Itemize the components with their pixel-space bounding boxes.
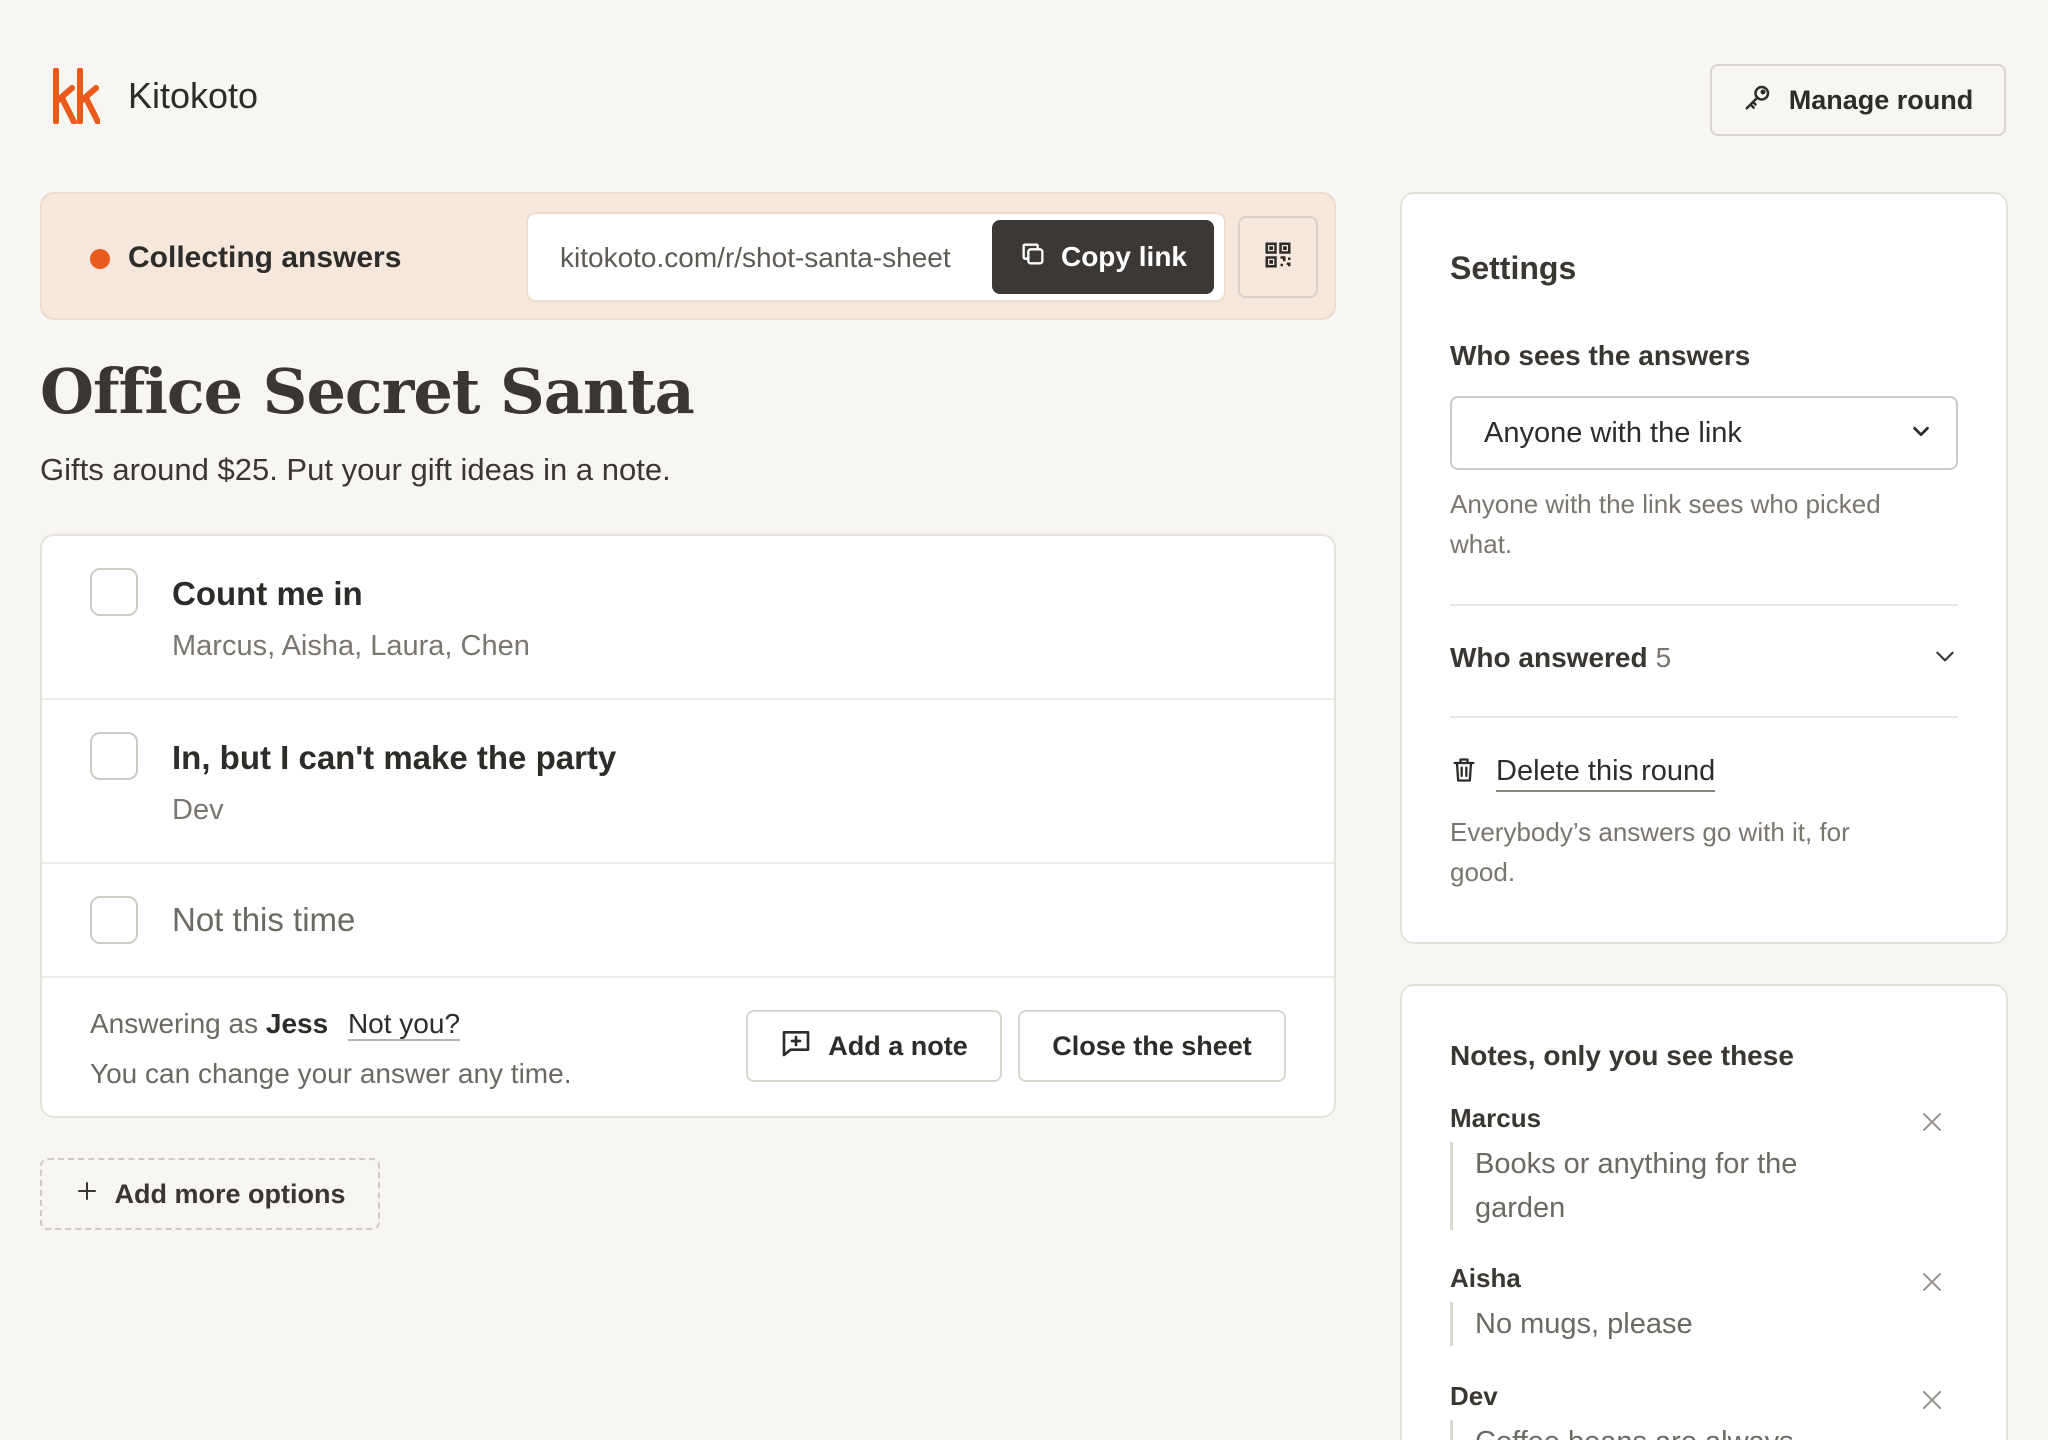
manage-round-label: Manage round (1788, 84, 1974, 115)
option-checkbox[interactable] (90, 568, 138, 616)
answered-count: 5 (1655, 642, 1672, 673)
remove-note-close-icon[interactable] (1920, 1110, 1944, 1134)
settings-card: Settings Who sees the answers Anyone wit… (1400, 192, 2008, 944)
note-author: Marcus (1450, 1103, 1542, 1133)
notes-card: Notes, only you see these Marcus Books o… (1400, 984, 2008, 1440)
qr-code-button[interactable] (1238, 216, 1318, 298)
note-text: No mugs, please (1450, 1302, 1830, 1346)
status-bar: Collecting answers kitokoto.com/r/shot-s… (40, 192, 1336, 320)
option-row-not-this-time[interactable]: Not this time (42, 864, 1334, 978)
status-dot-icon (90, 249, 110, 269)
add-more-options-label: Add more options (114, 1178, 346, 1209)
kitokoto-logo-icon (52, 67, 101, 125)
delete-round-label: Delete this round (1496, 752, 1716, 792)
share-link-box: kitokoto.com/r/shot-santa-sheet Copy lin… (526, 212, 1226, 302)
option-label: In, but I can't make the party (172, 739, 617, 776)
option-label: Count me in (172, 575, 363, 612)
divider (1450, 604, 1958, 606)
add-note-label: Add a note (828, 1030, 968, 1061)
page-title: Office Secret Santa (40, 355, 695, 428)
remove-note-close-icon[interactable] (1920, 1270, 1944, 1294)
visibility-selected-value: Anyone with the link (1484, 416, 1742, 449)
option-row-cant-make-party[interactable]: In, but I can't make the party Dev (42, 700, 1334, 864)
visibility-label: Who sees the answers (1450, 340, 1751, 371)
options-card: Count me in Marcus, Aisha, Laura, Chen I… (40, 534, 1336, 1118)
not-you-link[interactable]: Not you? (347, 1008, 461, 1041)
option-respondents: Dev (172, 794, 224, 826)
settings-title: Settings (1450, 250, 1577, 286)
visibility-help: Anyone with the link sees who picked wha… (1450, 489, 1881, 559)
copy-icon (1019, 240, 1047, 275)
status-label: Collecting answers (128, 241, 402, 274)
chevron-down-icon (1932, 643, 1958, 674)
close-sheet-button[interactable]: Close the sheet (1018, 1010, 1286, 1082)
divider (1450, 716, 1958, 718)
add-more-options-button[interactable]: Add more options (40, 1158, 380, 1230)
round-description: Gifts around $25. Put your gift ideas in… (40, 452, 671, 487)
copy-link-label: Copy link (1060, 241, 1187, 272)
option-checkbox[interactable] (90, 896, 138, 944)
add-comment-icon (780, 1027, 812, 1066)
who-answered-toggle[interactable]: Who answered 5 (1450, 634, 1958, 682)
chevron-down-icon (1910, 417, 1932, 450)
note-author: Aisha (1450, 1263, 1521, 1293)
note-text: Coffee beans are always good (1450, 1420, 1830, 1440)
who-answered-label: Who answered 5 (1450, 642, 1672, 673)
key-icon (1743, 82, 1773, 119)
brand-name: Kitokoto (128, 75, 259, 116)
option-label: Not this time (172, 901, 356, 938)
copy-link-button[interactable]: Copy link (992, 220, 1214, 294)
delete-round-help: Everybody’s answers go with it, for good… (1450, 817, 1850, 887)
plus-icon (75, 1179, 99, 1210)
option-respondents: Marcus, Aisha, Laura, Chen (172, 630, 530, 662)
visibility-select[interactable]: Anyone with the link (1450, 396, 1958, 470)
current-user-name: Jess (265, 1008, 329, 1039)
answering-as-prefix: Answering as (90, 1008, 259, 1039)
delete-round-link[interactable]: Delete this round (1450, 752, 1716, 792)
notes-title: Notes, only you see these (1450, 1040, 1794, 1071)
change-answer-hint: You can change your answer any time. (90, 1058, 572, 1089)
share-link-url[interactable]: kitokoto.com/r/shot-santa-sheet (560, 238, 951, 278)
option-row-count-me-in[interactable]: Count me in Marcus, Aisha, Laura, Chen (42, 536, 1334, 700)
note-author: Dev (1450, 1381, 1498, 1411)
remove-note-close-icon[interactable] (1920, 1388, 1944, 1412)
qr-code-icon (1263, 240, 1293, 275)
note-text: Books or anything for the garden (1450, 1142, 1830, 1230)
answering-as: Answering as Jess Not you? (90, 1004, 461, 1044)
add-note-button[interactable]: Add a note (746, 1010, 1002, 1082)
manage-round-button[interactable]: Manage round (1710, 64, 2006, 136)
option-checkbox[interactable] (90, 732, 138, 780)
trash-icon (1450, 756, 1478, 789)
